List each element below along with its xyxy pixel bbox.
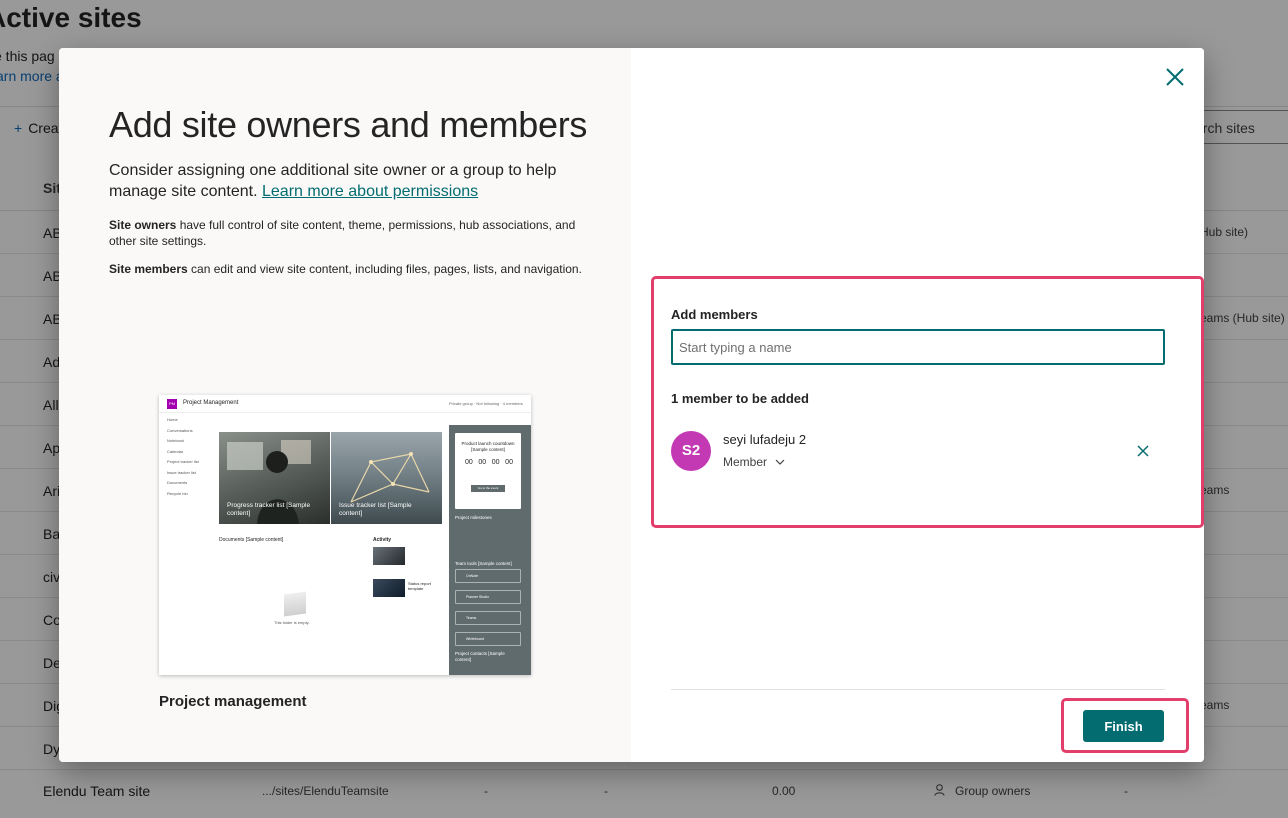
preview-activity-item: Status report template [408,581,431,591]
preview-hero-image: Progress tracker list [Sample content] [219,432,330,524]
contacts-heading: Project contacts [Sample content] [455,651,505,662]
members-text: can edit and view site content, includin… [187,262,582,276]
preview-empty-text: This folder is empty. [274,620,310,625]
preview-activity-thumb [373,579,405,597]
footer-divider [671,689,1165,690]
close-dialog-button[interactable] [1164,66,1186,88]
preview-hero-image: Issue tracker list [Sample content] [331,432,442,524]
template-preview-image: PM Project Management Private group · No… [159,395,531,675]
countdown-digit: 00 [505,459,513,466]
countdown-values: 00 00 00 00 [465,459,513,466]
preview-activity-thumb [373,547,405,565]
preview-tool-item: OnNote [455,569,521,583]
close-icon [1137,445,1149,457]
preview-nav-item: Issue tracker list [167,469,196,475]
preview-nav-item: Conversations [167,427,193,433]
preview-documents-heading: Documents [Sample content] [219,537,284,543]
add-members-label: Add members [671,307,758,322]
preview-nav-item: Home [167,417,178,422]
preview-countdown-card: Product launch countdown [Sample content… [455,433,521,509]
countdown-digit: 00 [478,459,487,466]
members-bold: Site members [109,262,188,276]
preview-nav-item: Calendar [167,448,184,454]
member-name: seyi lufadeju 2 [723,432,807,447]
preview-nav-item: Documents [167,480,188,485]
dialog-title: Add site owners and members [109,104,588,145]
preview-hero-label: Progress tracker list [Sample content] [227,502,311,517]
countdown-digit: 00 [491,459,500,466]
finish-button[interactable]: Finish [1083,710,1164,742]
preview-nav-item: Project tracker list [167,459,199,464]
milestones-heading: Project milestones [455,515,492,520]
remove-member-button[interactable] [1136,444,1150,458]
team-tools-heading: Team tools [Sample content] [455,561,512,566]
empty-folder-illustration [284,591,306,617]
preview-site-name: Project Management [183,400,239,406]
member-role-value: Member [723,455,768,469]
preview-nav-item: Notebook [167,438,185,443]
countdown-digit: 00 [465,459,473,466]
avatar: S2 [671,431,711,471]
learn-more-permissions-link[interactable]: Learn more about permissions [262,183,478,200]
owners-bold: Site owners [109,218,177,232]
members-description: Site members can edit and view site cont… [109,261,589,277]
countdown-button: Go to the event [471,485,505,492]
member-role-dropdown[interactable]: Member [723,455,785,469]
preview-nav-item: Recycle bin [167,490,188,496]
dialog-info-panel: Add site owners and members Consider ass… [59,48,631,762]
preview-nav: Home Conversations Notebook Calendar Project… [167,417,217,501]
add-owners-members-dialog: Add site owners and members Consider ass… [59,48,1204,762]
members-count-label: 1 member to be added [671,391,809,406]
dialog-form-panel: Add members 1 member to be added S2 seyi… [631,48,1204,762]
preview-activity-heading: Activity [373,537,392,543]
preview-tool-item: Planner Studio [455,590,521,604]
owners-text: have full control of site content, theme… [109,218,576,248]
add-members-input[interactable] [671,329,1165,365]
countdown-title: Product launch countdown [Sample content… [461,441,515,452]
preview-header: PM Project Management Private group · No… [159,395,531,413]
preview-site-logo: PM [167,399,177,409]
chevron-down-icon [775,459,785,465]
dialog-subtitle: Consider assigning one additional site o… [109,160,589,202]
preview-site-meta: Private group · Not following · 4 member… [449,401,523,406]
preview-tool-item: Whiteboard [455,632,521,646]
preview-sidebar: Product launch countdown [Sample content… [449,425,531,675]
close-icon [1166,68,1184,86]
preview-tool-item: Teams [455,611,521,625]
owners-description: Site owners have full control of site co… [109,217,589,249]
preview-hero-label: Issue tracker list [Sample content] [339,502,412,517]
template-name: Project management [159,693,307,710]
